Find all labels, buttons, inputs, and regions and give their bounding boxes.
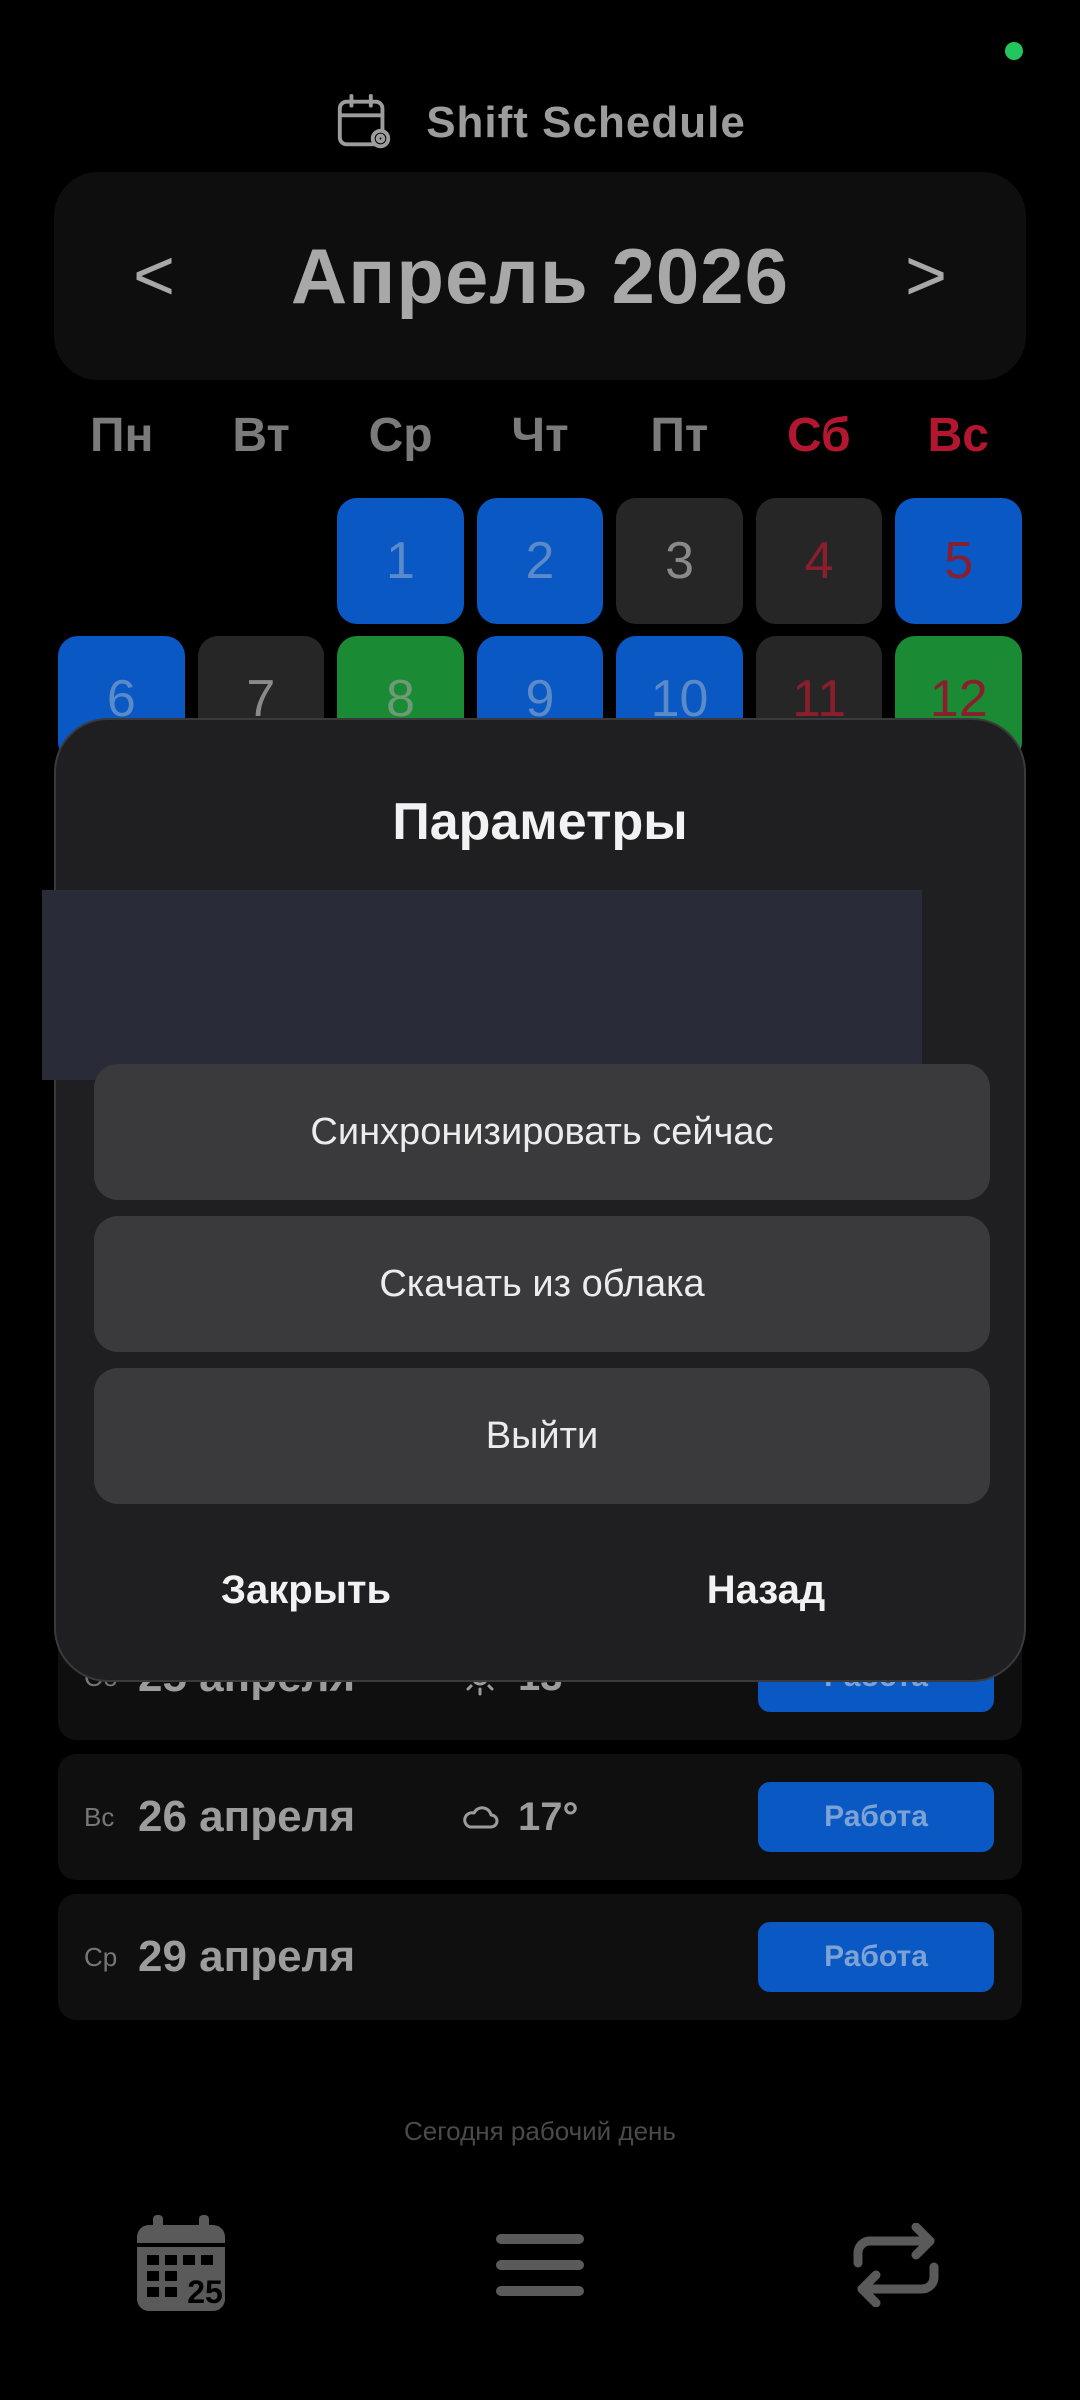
shift-status-badge: Работа [758,1782,994,1852]
calendar-empty-cell [58,498,185,624]
bottom-navigation: 25 [0,2200,1080,2330]
today-status-note: Сегодня рабочий день [404,2116,676,2146]
weekday-label: Вт [232,409,290,462]
weekday-label: Ср [368,409,433,462]
next-month-button[interactable]: > [866,172,986,380]
cloud-icon [463,1806,499,1829]
weekday-label: Сб [787,409,851,462]
calendar-icon-day: 25 [187,2274,223,2310]
menu-button[interactable] [475,2200,605,2330]
shift-temperature: 17° [518,1794,579,1839]
close-button[interactable]: Закрыть [186,1550,426,1630]
settings-dialog: Параметры Синхронизировать сейчас Скачат… [42,718,1026,1682]
weekday-header: Пн Вт Ср Чт Пт Сб Вс [58,408,1022,463]
calendar-tab-button[interactable]: 25 [116,2200,246,2330]
shift-row[interactable]: Вс 26 апреля 17° Работа [58,1754,1022,1880]
shift-status-badge: Работа [758,1922,994,1992]
shift-date: 26 апреля [138,1792,356,1841]
shift-weekday: Ср [84,1941,118,1972]
shift-row[interactable]: Ср 29 апреля Работа [58,1894,1022,2020]
shift-weather: 17° [460,1754,579,1880]
app-title: Shift Schedule [426,98,746,147]
download-from-cloud-button[interactable]: Скачать из облака [94,1216,990,1352]
status-indicator-dot [1005,42,1023,60]
menu-icon [496,2234,584,2296]
back-button[interactable]: Назад [646,1550,886,1630]
sync-button[interactable] [831,2200,961,2330]
weekday-label: Вс [927,409,989,462]
account-info-block [42,890,922,1080]
calendar-day[interactable]: 2 [476,498,604,624]
shift-weekday: Вс [84,1801,115,1832]
logout-button[interactable]: Выйти [94,1368,990,1504]
calendar-settings-icon [338,93,391,149]
shift-date: 29 апреля [138,1932,356,1981]
calendar-icon: 25 [137,2215,225,2311]
weekday-label: Чт [511,409,569,462]
calendar-day[interactable]: 1 [337,498,464,624]
month-navigator: < Апрель 2026 > [54,172,1026,380]
sync-icon [853,2223,939,2307]
app-header: Shift Schedule [0,88,1080,158]
sync-now-button[interactable]: Синхронизировать сейчас [94,1064,990,1200]
calendar-day[interactable]: 4 [755,498,883,624]
weekday-label: Пт [650,409,709,462]
calendar-day[interactable]: 5 [895,498,1022,624]
calendar-empty-cell [198,498,325,624]
weekday-label: Пн [89,409,154,462]
dialog-title: Параметры [392,793,688,851]
calendar-day[interactable]: 3 [616,498,743,624]
